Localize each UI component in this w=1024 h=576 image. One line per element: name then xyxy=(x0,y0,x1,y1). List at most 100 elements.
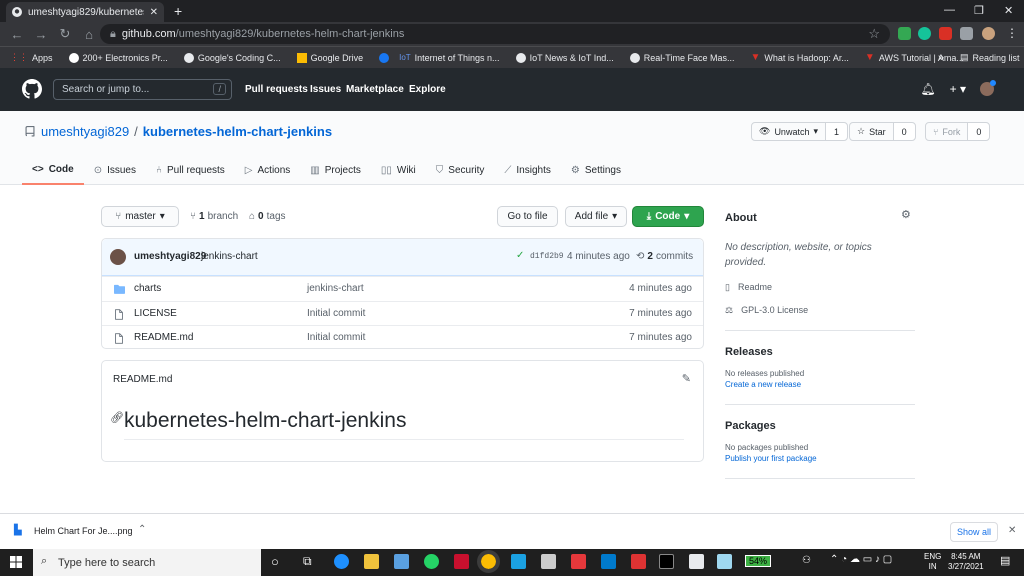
repo-name-link[interactable]: kubernetes-helm-chart-jenkins xyxy=(143,124,332,139)
clock[interactable]: 8:45 AM 3/27/2021 xyxy=(948,552,984,572)
more-bookmarks-icon[interactable]: » xyxy=(938,52,944,64)
windows-start-icon[interactable] xyxy=(10,556,22,568)
repo-owner-link[interactable]: umeshtyagi829 xyxy=(41,124,129,139)
home-icon[interactable]: ⌂ xyxy=(82,27,96,42)
nav-marketplace[interactable]: Marketplace xyxy=(346,84,404,95)
close-window-icon[interactable]: ✕ xyxy=(1004,4,1013,17)
notification-center-icon[interactable]: ▤ xyxy=(1000,554,1010,567)
bookmark-item[interactable]: 200+ Electronics Pr... xyxy=(68,52,168,63)
download-file-name[interactable]: Helm Chart For Je....png xyxy=(34,526,133,536)
vscode-icon[interactable] xyxy=(601,554,616,569)
edge-icon[interactable] xyxy=(334,554,349,569)
app-icon[interactable] xyxy=(717,554,732,569)
show-all-button[interactable]: Show all xyxy=(950,522,998,542)
pencil-edit-icon[interactable]: ✎ xyxy=(682,372,691,385)
tab-actions[interactable]: ▷ Actions xyxy=(235,155,301,185)
nav-explore[interactable]: Explore xyxy=(409,84,446,95)
close-tab-icon[interactable]: ✕ xyxy=(150,7,158,18)
add-file-button[interactable]: Add file ▾ xyxy=(565,206,627,227)
chevron-up-icon[interactable]: ⌃ xyxy=(138,524,146,535)
author-avatar[interactable] xyxy=(110,249,126,265)
notifications-bell-icon[interactable]: 🔔︎ xyxy=(920,82,935,96)
paint-icon[interactable] xyxy=(689,554,704,569)
commits-link[interactable]: ⟲ 2 commits xyxy=(636,251,693,262)
commit-author[interactable]: umeshtyagi829 xyxy=(134,251,206,262)
unwatch-button[interactable]: 👁︎ Unwatch ▾ 1 xyxy=(751,122,848,141)
grammarly-extension-icon[interactable] xyxy=(918,27,931,40)
battery-indicator[interactable]: 54% xyxy=(745,555,772,567)
branch-select-button[interactable]: ⑂ master ▾ xyxy=(101,206,179,227)
tab-issues[interactable]: ⊙ Issues xyxy=(84,155,146,185)
url-bar[interactable]: 🔒︎ github.com /umeshtyagi829/kubernetes-… xyxy=(100,24,890,44)
bookmark-item[interactable]: IoT News & IoT Ind... xyxy=(515,52,614,63)
l-app-icon[interactable] xyxy=(511,554,526,569)
cortana-icon[interactable]: ○ xyxy=(271,554,279,569)
anydesk-icon[interactable] xyxy=(571,554,586,569)
tab-settings[interactable]: ⚙ Settings xyxy=(561,155,631,185)
bookmark-item[interactable]: Real-Time Face Mas... xyxy=(629,52,734,63)
star-count[interactable]: 0 xyxy=(893,123,915,140)
bookmark-item[interactable]: Google Drive xyxy=(296,52,363,63)
go-to-file-button[interactable]: Go to file xyxy=(497,206,558,227)
nav-issues[interactable]: Issues xyxy=(310,84,341,95)
tab-pull-requests[interactable]: ⑃ Pull requests xyxy=(146,155,235,185)
star-button[interactable]: ☆ Star 0 xyxy=(849,122,916,141)
commit-message[interactable]: jenkins-chart xyxy=(201,251,258,262)
bookmark-star-icon[interactable]: ☆ xyxy=(868,26,880,42)
reading-list-button[interactable]: ▤ Reading list xyxy=(960,52,1020,63)
task-view-icon[interactable]: ⧉ xyxy=(303,554,312,569)
fork-count[interactable]: 0 xyxy=(968,123,990,140)
tab-wiki[interactable]: ▯▯ Wiki xyxy=(371,155,426,185)
tags-link[interactable]: ⌂ 0 tags xyxy=(249,211,286,222)
new-tab-button[interactable]: + xyxy=(174,3,182,19)
file-name[interactable]: charts xyxy=(134,283,161,294)
taskbar-search-input[interactable]: ⌕ Type here to search xyxy=(33,549,261,576)
minimize-icon[interactable]: — xyxy=(944,4,955,16)
extensions-puzzle-icon[interactable] xyxy=(960,27,973,40)
bookmark-item[interactable]: ▼ AWS Tutorial | Ama... xyxy=(865,52,964,63)
packages-title[interactable]: Packages xyxy=(725,420,915,432)
profile-avatar[interactable] xyxy=(982,27,995,40)
file-name[interactable]: LICENSE xyxy=(134,308,177,319)
whatsapp-icon[interactable] xyxy=(424,554,439,569)
file-explorer-icon[interactable] xyxy=(364,554,379,569)
file-row[interactable]: charts jenkins-chart 4 minutes ago xyxy=(102,276,703,301)
virtualbox-icon[interactable] xyxy=(541,554,556,569)
anchor-link-icon[interactable]: 🔗︎ xyxy=(110,411,124,424)
bookmark-item[interactable]: ▼ What is Hadoop: Ar... xyxy=(750,52,848,63)
app-icon[interactable] xyxy=(394,554,409,569)
maximize-icon[interactable]: ❐ xyxy=(974,4,984,17)
tray-icons[interactable]: ⌃ ◔ ☁ ▭ ♪ ▢ xyxy=(830,554,892,565)
file-commit-message[interactable]: jenkins-chart xyxy=(307,283,364,294)
readme-link[interactable]: ▯ Readme xyxy=(725,282,915,293)
tab-code[interactable]: <> Code xyxy=(22,155,84,185)
reload-icon[interactable]: ↻ xyxy=(58,26,72,42)
app-icon[interactable] xyxy=(631,554,646,569)
bookmark-item[interactable]: IoT Internet of Things n... xyxy=(399,53,499,63)
mcafee-icon[interactable] xyxy=(454,554,469,569)
releases-title[interactable]: Releases xyxy=(725,346,915,358)
search-input[interactable]: Search or jump to... / xyxy=(53,79,232,100)
bookmark-item[interactable]: ⋮⋮ Apps xyxy=(10,52,53,63)
fork-button[interactable]: ⑂ Fork 0 xyxy=(925,122,991,141)
tab-security[interactable]: ⛉ Security xyxy=(426,155,495,185)
nav-pull-requests[interactable]: Pull requests xyxy=(245,84,308,95)
github-logo-icon[interactable] xyxy=(22,79,42,99)
license-link[interactable]: ⚖ GPL-3.0 License xyxy=(725,305,915,316)
user-avatar[interactable] xyxy=(980,80,996,96)
watch-count[interactable]: 1 xyxy=(825,123,847,140)
file-commit-message[interactable]: Initial commit xyxy=(307,308,365,319)
file-row[interactable]: LICENSE Initial commit 7 minutes ago xyxy=(102,300,703,326)
close-icon[interactable]: ✕ xyxy=(1008,525,1016,536)
terminal-icon[interactable] xyxy=(659,554,674,569)
bookmark-item[interactable]: Google's Coding C... xyxy=(183,52,281,63)
bookmark-item[interactable] xyxy=(379,52,390,63)
branches-link[interactable]: ⑂ 1 branch xyxy=(190,211,238,222)
publish-package-link[interactable]: Publish your first package xyxy=(725,454,915,463)
code-download-button[interactable]: ⤓ Code ▾ xyxy=(632,206,704,227)
browser-tab[interactable]: umeshtyagi829/kubernetes-helm ✕ xyxy=(6,2,164,22)
gear-icon[interactable]: ⚙ xyxy=(901,208,911,221)
forward-icon[interactable]: → xyxy=(34,27,48,42)
create-release-link[interactable]: Create a new release xyxy=(725,380,915,389)
vpn-extension-icon[interactable] xyxy=(898,27,911,40)
